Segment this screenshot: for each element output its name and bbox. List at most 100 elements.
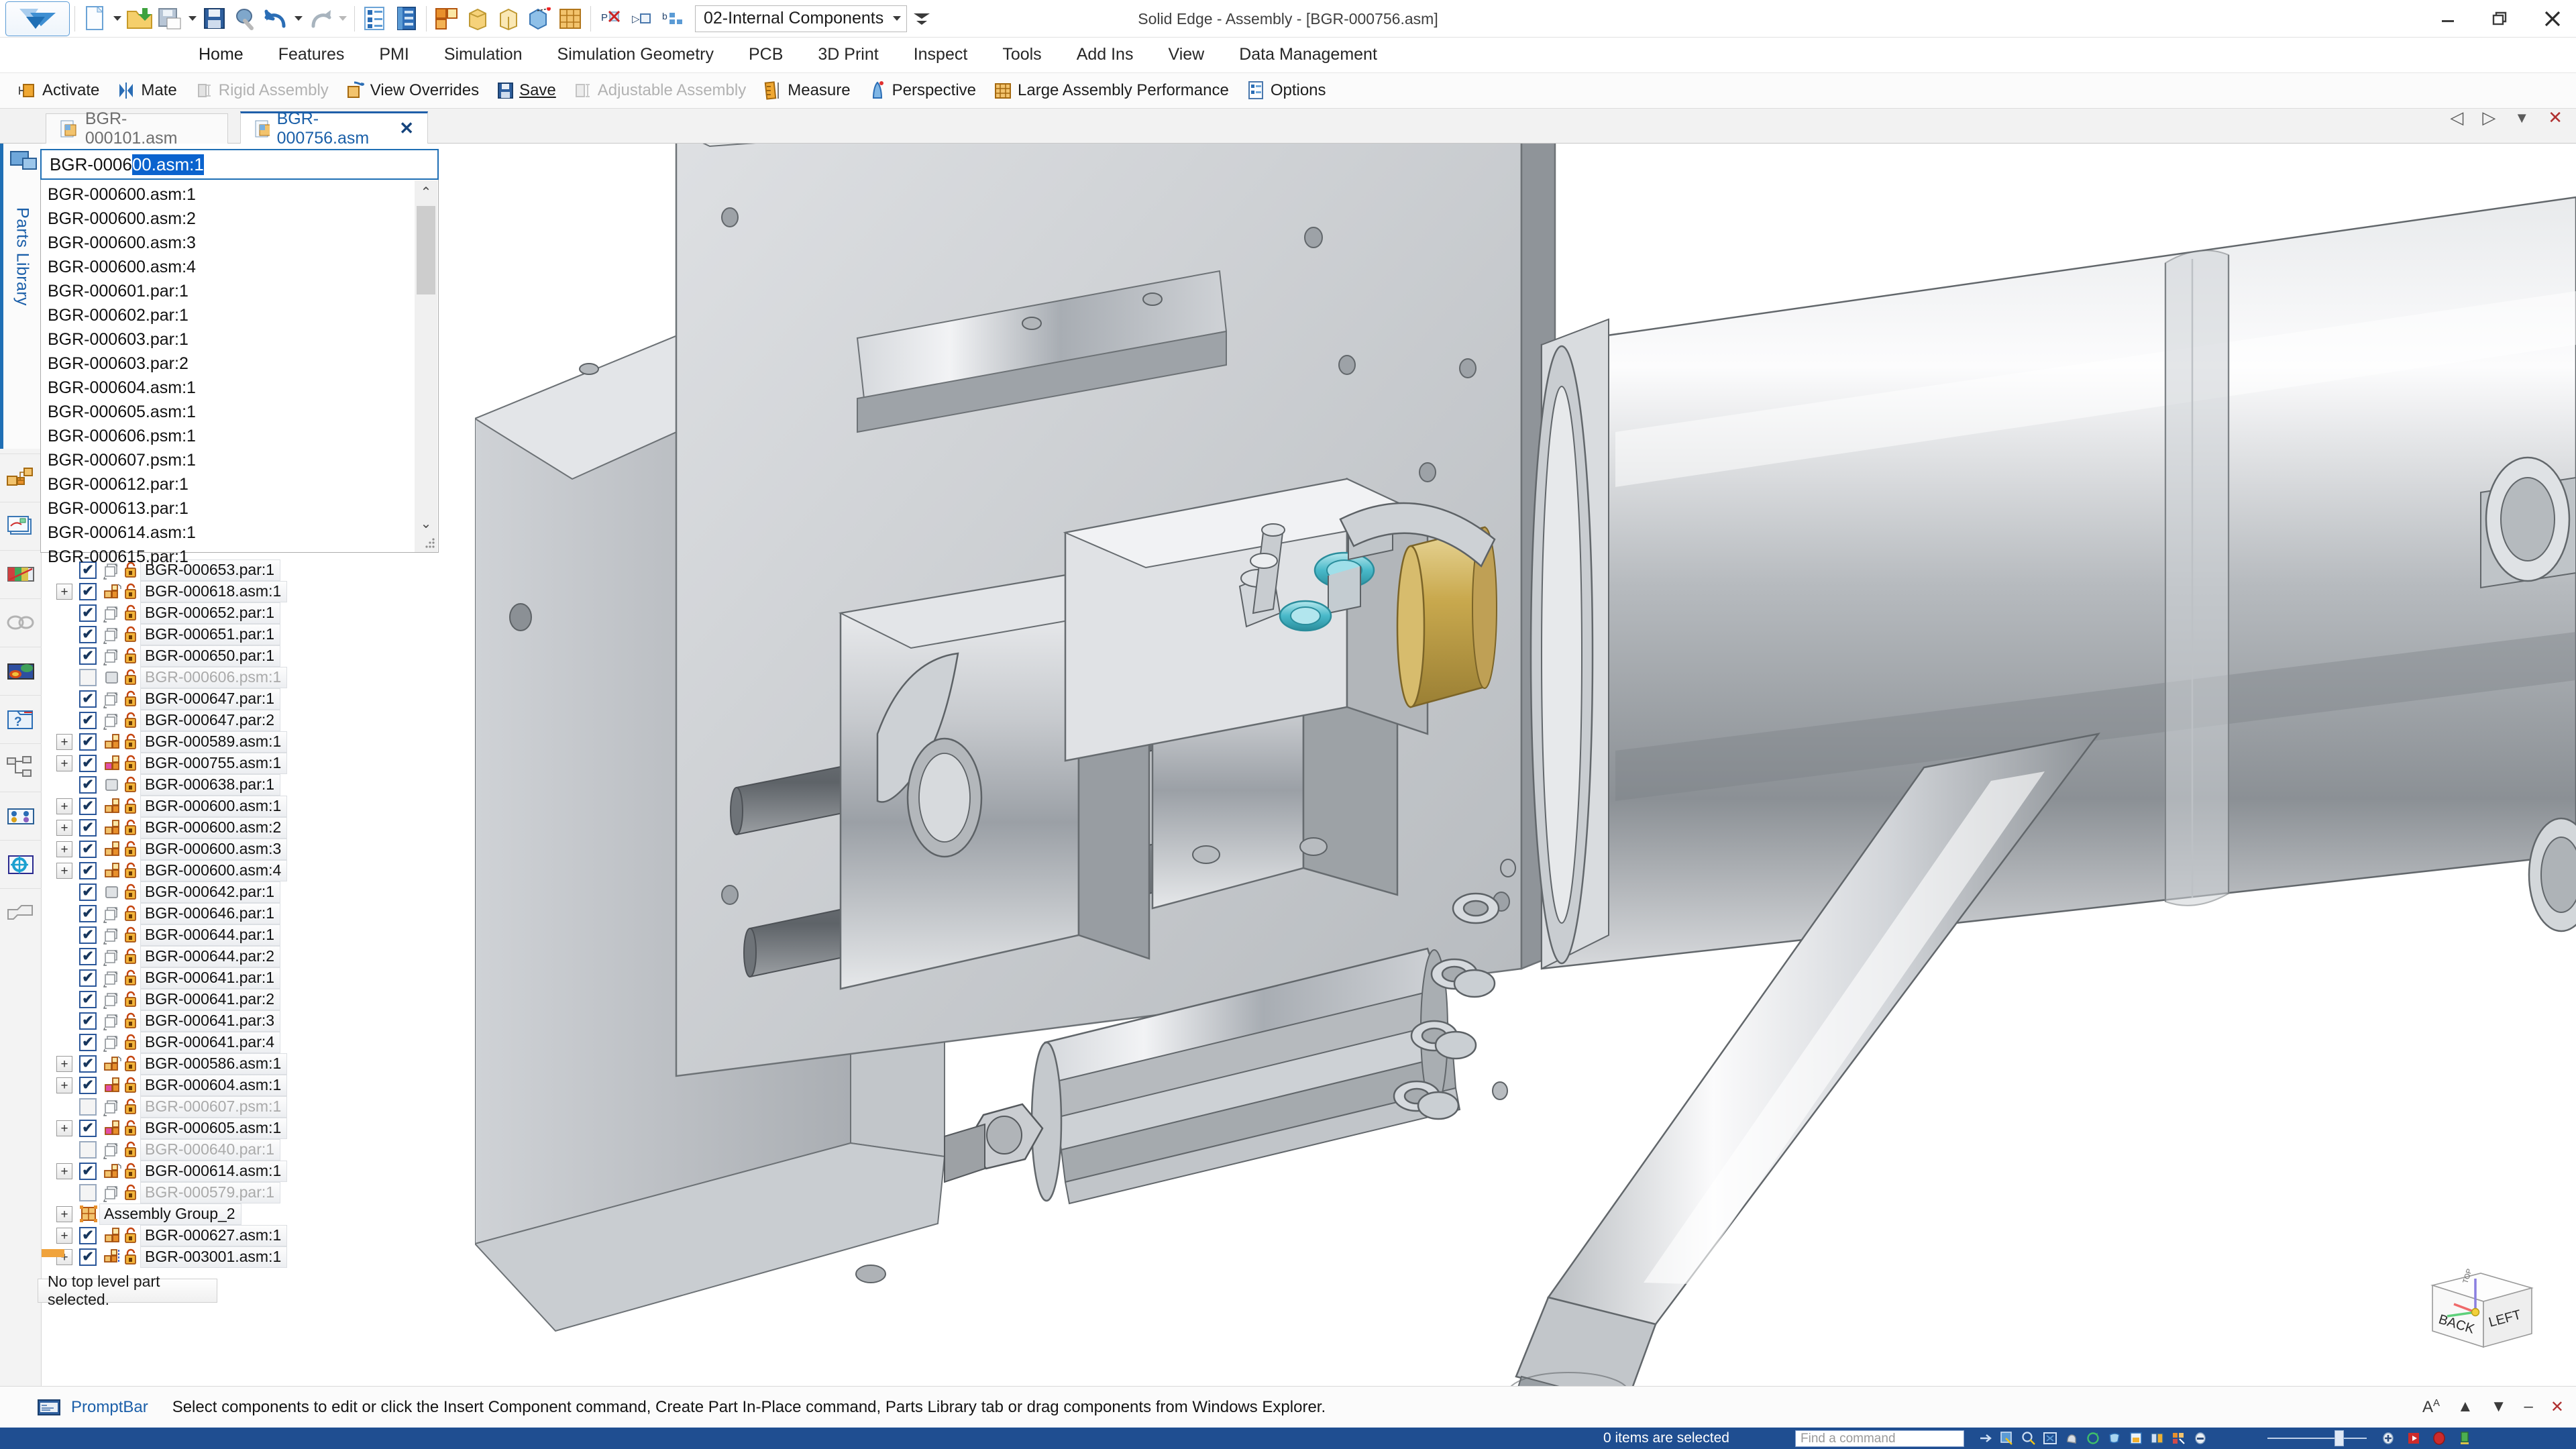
visibility-checkbox[interactable] [79, 669, 97, 686]
tree-row[interactable]: ✔BGR-000652.par:1 [42, 602, 475, 624]
autocomplete-item[interactable]: BGR-000602.par:1 [41, 303, 438, 327]
tree-row[interactable]: BGR-000607.psm:1 [42, 1096, 475, 1118]
look-at-icon[interactable] [2106, 1430, 2123, 1446]
autocomplete-item[interactable]: BGR-000615.par:1 [41, 545, 438, 569]
measure-button[interactable]: Measure [755, 75, 859, 106]
autocomplete-item[interactable]: BGR-000612.par:1 [41, 472, 438, 496]
restore-button[interactable] [2489, 7, 2512, 30]
play-icon[interactable] [2406, 1430, 2422, 1446]
grid-icon[interactable] [555, 2, 586, 36]
rail-tab-parts-library[interactable]: Parts Library [0, 144, 42, 449]
tree-row[interactable]: ✔BGR-000641.par:3 [42, 1010, 475, 1032]
view-style-status-icon[interactable] [2128, 1430, 2144, 1446]
exit-icon[interactable] [2457, 1430, 2473, 1446]
tab-simulation[interactable]: Simulation [427, 38, 540, 72]
expand-collapse-icon[interactable]: + [56, 734, 72, 750]
tab-3d-print[interactable]: 3D Print [800, 38, 896, 72]
select-tool-icon[interactable] [1999, 1430, 2015, 1446]
visibility-checkbox[interactable]: ✔ [79, 1012, 97, 1030]
show-component-icon[interactable]: ▷ [627, 2, 657, 36]
text-size-icon[interactable]: AA [2422, 1397, 2440, 1417]
expand-collapse-icon[interactable]: + [56, 1228, 72, 1244]
tab-home[interactable]: Home [181, 38, 261, 72]
visibility-checkbox[interactable]: ✔ [79, 1248, 97, 1266]
visibility-checkbox[interactable]: ✔ [79, 690, 97, 708]
tree-row[interactable]: +✔BGR-000589.asm:1 [42, 731, 475, 753]
large-assembly-performance-button[interactable]: Large Assembly Performance [985, 75, 1238, 106]
autocomplete-item[interactable]: BGR-000601.par:1 [41, 279, 438, 303]
visibility-checkbox[interactable]: ✔ [79, 1163, 97, 1180]
autocomplete-item[interactable]: BGR-000600.asm:3 [41, 231, 438, 255]
split-view-icon[interactable] [2149, 1430, 2165, 1446]
assembly-icon[interactable] [431, 2, 462, 36]
chevron-down-icon[interactable] [893, 16, 901, 21]
visibility-checkbox[interactable] [79, 1098, 97, 1116]
options-button[interactable]: Options [1238, 75, 1335, 106]
activate-button[interactable]: Activate [9, 75, 108, 106]
tree-row[interactable]: ✔BGR-000641.par:2 [42, 989, 475, 1010]
tab-data-management[interactable]: Data Management [1222, 38, 1395, 72]
tab-list-icon[interactable]: ▼ [2514, 109, 2529, 127]
undo-dropdown-icon[interactable] [292, 2, 305, 36]
tab-tools[interactable]: Tools [985, 38, 1059, 72]
autocomplete-item[interactable]: BGR-000600.asm:4 [41, 255, 438, 279]
perspective-button[interactable]: Perspective [859, 75, 985, 106]
visibility-checkbox[interactable]: ✔ [79, 604, 97, 622]
box-yellow2-icon[interactable] [493, 2, 524, 36]
tab-view[interactable]: View [1150, 38, 1222, 72]
tab-prev-icon[interactable]: ◁ [2450, 107, 2463, 128]
tree-row[interactable]: ✔BGR-000646.par:1 [42, 903, 475, 924]
part-name-input[interactable]: BGR-000600.asm:1 [40, 149, 439, 180]
expand-collapse-icon[interactable]: + [56, 863, 72, 879]
redo-icon[interactable] [305, 2, 336, 36]
expand-collapse-icon[interactable]: + [56, 1120, 72, 1136]
tree-row[interactable]: ✔BGR-000641.par:1 [42, 967, 475, 989]
visibility-checkbox[interactable]: ✔ [79, 776, 97, 794]
rail-tab-structure-editor[interactable] [0, 743, 42, 792]
autocomplete-item[interactable]: BGR-000614.asm:1 [41, 521, 438, 545]
visibility-checkbox[interactable]: ✔ [79, 1077, 97, 1094]
stop-icon[interactable] [2431, 1430, 2447, 1446]
new-document-icon[interactable] [80, 2, 111, 36]
doc-tab-close-icon[interactable]: ✕ [399, 118, 414, 139]
visibility-checkbox[interactable]: ✔ [79, 819, 97, 837]
expand-collapse-icon[interactable]: + [56, 820, 72, 836]
autocomplete-scrollbar[interactable]: ⌃ ⌄ [415, 180, 437, 552]
visibility-checkbox[interactable]: ✔ [79, 905, 97, 922]
dropdown-icon[interactable]: ▼ [2491, 1397, 2507, 1416]
tab-pmi[interactable]: PMI [362, 38, 426, 72]
expand-collapse-icon[interactable]: + [56, 584, 72, 600]
tree-row[interactable]: BGR-000579.par:1 [42, 1182, 475, 1203]
autocomplete-item[interactable]: BGR-000607.psm:1 [41, 448, 438, 472]
visibility-checkbox[interactable]: ✔ [79, 733, 97, 751]
color-manager-icon[interactable] [2171, 1430, 2187, 1446]
autocomplete-item[interactable]: BGR-000606.psm:1 [41, 424, 438, 448]
autocomplete-item[interactable]: BGR-000603.par:2 [41, 352, 438, 376]
undo-icon[interactable] [261, 2, 292, 36]
tree-row[interactable]: BGR-000640.par:1 [42, 1139, 475, 1161]
tree-row[interactable]: +✔BGR-000600.asm:2 [42, 817, 475, 839]
hide-all-icon[interactable]: P [596, 2, 627, 36]
view-navigation-cube[interactable]: BACK LEFT TOP [2418, 1261, 2552, 1355]
box-yellow-icon[interactable] [462, 2, 493, 36]
visibility-checkbox[interactable]: ✔ [79, 1120, 97, 1137]
properties-icon[interactable] [360, 2, 390, 36]
visibility-checkbox[interactable]: ✔ [79, 1227, 97, 1244]
visibility-checkbox[interactable]: ✔ [79, 841, 97, 858]
tree-row[interactable]: +✔BGR-000755.asm:1 [42, 753, 475, 774]
tree-row[interactable]: +✔BGR-000600.asm:4 [42, 860, 475, 881]
tree-row[interactable]: ✔BGR-000650.par:1 [42, 645, 475, 667]
tree-row[interactable]: ✔BGR-000644.par:1 [42, 924, 475, 946]
display-config-icon[interactable]: b [657, 2, 688, 36]
minimize-button[interactable] [2436, 7, 2459, 30]
tree-row[interactable]: +✔BGR-000614.asm:1 [42, 1161, 475, 1182]
expand-collapse-icon[interactable]: + [56, 841, 72, 857]
tree-row[interactable]: +✔BGR-000605.asm:1 [42, 1118, 475, 1139]
rail-tab-library-help[interactable]: ? [0, 695, 42, 743]
expand-collapse-icon[interactable]: + [56, 1163, 72, 1179]
doc-tab-bgr-000101[interactable]: BGR-000101.asm [46, 113, 228, 144]
visibility-checkbox[interactable] [79, 1184, 97, 1201]
visibility-checkbox[interactable]: ✔ [79, 1034, 97, 1051]
tree-row[interactable]: +✔BGR-003001.asm:1 [42, 1246, 475, 1268]
visibility-checkbox[interactable]: ✔ [79, 948, 97, 965]
